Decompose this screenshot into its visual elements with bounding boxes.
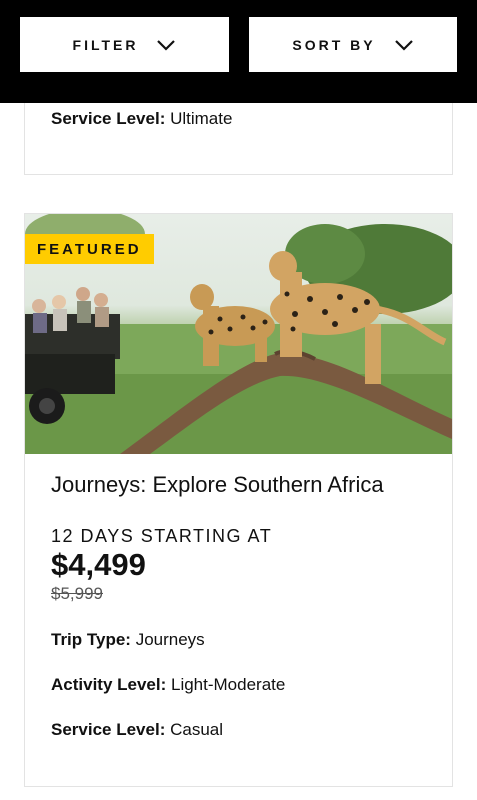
trip-hero-image[interactable]: FEATURED xyxy=(25,214,452,454)
trip-type-value: Journeys xyxy=(130,630,205,649)
activity-level-row: Activity Level: Light-Moderate xyxy=(51,675,285,695)
service-level-value: Ultimate xyxy=(165,109,233,128)
trip-type-label: Trip Type: xyxy=(51,630,131,649)
sort-label: SORT BY xyxy=(292,36,376,53)
filter-button[interactable]: FILTER xyxy=(20,17,229,72)
service-level-row: Service Level: Ultimate xyxy=(51,109,232,129)
chevron-down-icon xyxy=(394,39,413,51)
service-level-label: Service Level: xyxy=(51,720,166,739)
filter-sort-bar: FILTER SORT BY xyxy=(0,0,477,103)
filter-label: FILTER xyxy=(72,36,139,53)
trip-original-price: $5,999 xyxy=(51,584,103,603)
service-level-label: Service Level: xyxy=(51,109,166,128)
activity-level-label: Activity Level: xyxy=(51,675,167,694)
trip-duration: 12 DAYS STARTING AT xyxy=(51,526,273,546)
trip-price: $4,499 xyxy=(51,547,146,582)
trip-card[interactable]: FEATURED Journeys: Explore Southern Afri… xyxy=(24,213,453,787)
sort-by-button[interactable]: SORT BY xyxy=(249,17,457,72)
service-level-value: Casual xyxy=(165,720,223,739)
trip-type-row: Trip Type: Journeys xyxy=(51,630,205,650)
trip-title[interactable]: Journeys: Explore Southern Africa xyxy=(51,472,384,498)
activity-level-value: Light-Moderate xyxy=(166,675,286,694)
featured-badge: FEATURED xyxy=(25,234,154,264)
chevron-down-icon xyxy=(157,39,176,51)
service-level-row: Service Level: Casual xyxy=(51,720,223,740)
